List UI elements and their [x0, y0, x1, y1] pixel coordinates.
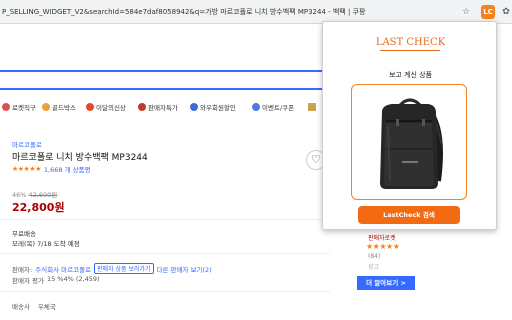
side-ad-stars-icon: ★★★★★: [366, 242, 400, 251]
divider: [0, 291, 330, 292]
ad-tag: 광고: [368, 264, 380, 271]
category-extra-icon: [308, 103, 316, 111]
side-ad-review-count: (84): [368, 253, 381, 260]
delivery-eta: 모레(목) 7/18 도착 예정: [12, 240, 80, 248]
learn-more-button[interactable]: 더 알아보기 >: [357, 276, 415, 290]
logo-underline: [380, 50, 440, 51]
category-wow-discount[interactable]: 와우회원할인: [190, 100, 236, 114]
seller-rating: 판매자 평가 15 %4% (2,459): [12, 275, 100, 285]
divider: [0, 253, 330, 254]
seller-deals-icon: [138, 103, 146, 111]
lastcheck-popup: LAST CHECK 보고 계신 상품 LastCheck 검색: [322, 21, 497, 230]
seller-rating-value: 15 %4% (2,459): [46, 275, 100, 283]
product-title: 마르코폴로 니치 방수백팩 MP3244: [12, 153, 148, 163]
popup-heading: 보고 계신 상품: [388, 71, 433, 79]
original-price: 46% 42,600원: [12, 189, 57, 199]
lastcheck-search-button[interactable]: LastCheck 검색: [358, 206, 460, 224]
address-bar-url[interactable]: P_SELLING_WIDGET_V2&searchId=584e7daf805…: [0, 5, 455, 19]
delivery-label: 무료배송: [12, 230, 36, 238]
shipping-info: 배송사 우체국: [12, 301, 56, 311]
seller-label: 판매자:: [12, 265, 33, 274]
product-rating: ★★★★★ 1,668 개 상품평: [12, 164, 91, 174]
category-rocket-direct[interactable]: 로켓직구: [2, 100, 36, 114]
category-seller-deals[interactable]: 판매자특가: [138, 100, 178, 114]
rating-stars-icon: ★★★★★: [12, 165, 41, 173]
seller-info: 판매자: 주식회사 마르코폴로 판매자 상품 보러가기 다른 판매자 보기(2): [12, 263, 212, 274]
lastcheck-logo: LAST CHECK: [375, 37, 446, 48]
original-price-value: 42,600원: [28, 191, 58, 199]
wow-discount-icon: [190, 103, 198, 111]
goldbox-icon: [42, 103, 50, 111]
category-extra[interactable]: [308, 100, 316, 114]
event-coupon-icon: [252, 103, 260, 111]
brand-link[interactable]: 마르코폴로: [12, 139, 42, 149]
category-nav: 로켓직구 골드박스 이달의신상 판매자특가 와우회원할인 이벤트/쿠폰: [0, 100, 330, 114]
shipping-label: 배송사: [12, 303, 30, 311]
site-search-input[interactable]: [0, 70, 336, 90]
backpack-product-image: [380, 98, 443, 189]
other-sellers-link[interactable]: 다른 판매자 보기(2): [157, 264, 212, 274]
category-goldbox[interactable]: 골드박스: [42, 100, 76, 114]
shipping-company: 우체국: [37, 303, 56, 311]
bookmark-star-icon[interactable]: ☆: [459, 5, 473, 19]
product-image-card: [351, 84, 467, 200]
sale-price: 22,800원: [12, 201, 65, 214]
extensions-puzzle-icon[interactable]: ✿: [499, 5, 512, 19]
side-ad-label: 판매자로켓: [368, 235, 396, 242]
new-arrivals-icon: [86, 103, 94, 111]
seller-rating-label: 판매자 평가: [12, 277, 44, 285]
seller-products-button[interactable]: 판매자 상품 보러가기: [94, 263, 154, 274]
rocket-direct-icon: [2, 103, 10, 111]
lastcheck-extension-icon[interactable]: LC: [481, 5, 495, 19]
category-events-coupons[interactable]: 이벤트/쿠폰: [252, 100, 294, 114]
review-count-link[interactable]: 1,668 개 상품평: [44, 164, 91, 174]
divider: [0, 219, 330, 220]
discount-rate: 46%: [12, 191, 27, 199]
category-new-arrivals[interactable]: 이달의신상: [86, 100, 126, 114]
seller-name-link[interactable]: 주식회사 마르코폴로: [35, 264, 91, 274]
